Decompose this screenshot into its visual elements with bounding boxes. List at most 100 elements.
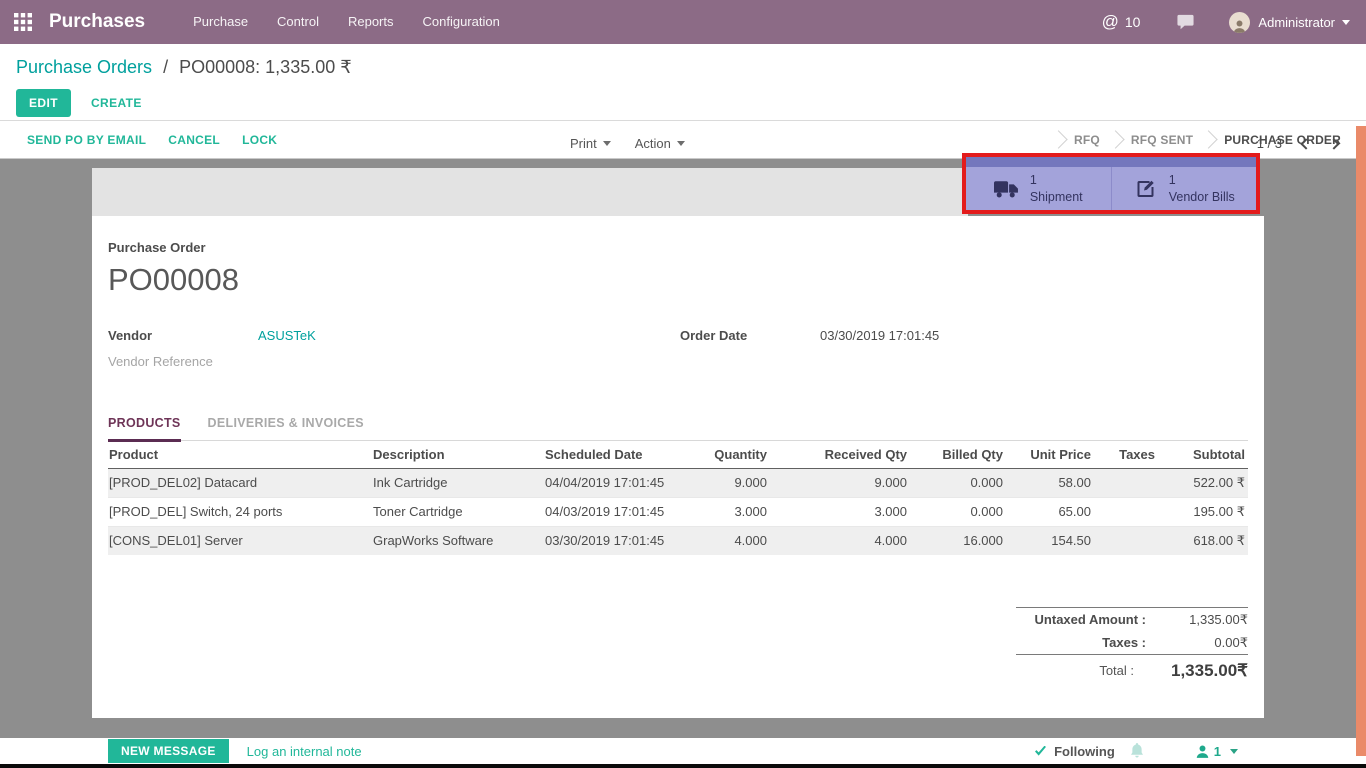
- breadcrumb: Purchase Orders / PO00008: 1,335.00 ₹: [16, 57, 1366, 78]
- table-row[interactable]: [PROD_DEL02] DatacardInk Cartridge04/04/…: [108, 468, 1248, 497]
- sheet-top-band: [92, 168, 968, 216]
- log-internal-note-link[interactable]: Log an internal note: [247, 744, 362, 759]
- smart-button-vendor-bills[interactable]: 1Vendor Bills: [1111, 167, 1257, 210]
- table-header-row: ProductDescriptionScheduled DateQuantity…: [108, 441, 1248, 468]
- cell-quantity: 9.000: [694, 468, 770, 497]
- state-rfq-sent[interactable]: RFQ SENT: [1131, 133, 1193, 147]
- order-lines-table: ProductDescriptionScheduled DateQuantity…: [108, 441, 1248, 555]
- avatar-person-icon: [1233, 20, 1246, 33]
- app-title[interactable]: Purchases: [49, 11, 145, 33]
- cell-unit-price: 65.00: [1006, 497, 1094, 526]
- activities-button[interactable]: @ 10: [1102, 12, 1141, 32]
- fields-left-column: VendorASUSTeKVendor Reference: [108, 328, 680, 380]
- tab-deliveries-invoices[interactable]: DELIVERIES & INVOICES: [208, 416, 364, 442]
- followers-dropdown[interactable]: 1: [1196, 744, 1238, 759]
- total-value: 1,335.00₹: [1148, 661, 1248, 681]
- following-toggle[interactable]: Following: [1034, 744, 1115, 759]
- smart-button-count: 1: [1169, 172, 1235, 188]
- page-title: PO00008: [108, 262, 1248, 298]
- cell-subtotal: 522.00 ₹: [1158, 468, 1248, 497]
- column-header-scheduled-date: Scheduled Date: [542, 441, 694, 468]
- field-row-vendor-reference: Vendor Reference: [108, 354, 680, 369]
- control-panel: Purchase Orders / PO00008: 1,335.00 ₹ ED…: [0, 44, 1366, 121]
- smart-buttons-highlight-box: 1Shipment1Vendor Bills: [962, 153, 1260, 214]
- top-navbar: Purchases Purchase Control Reports Configur…: [0, 0, 1366, 44]
- nav-menu-reports[interactable]: Reports: [348, 14, 394, 29]
- field-group: VendorASUSTeKVendor Reference Order Date…: [108, 328, 1248, 380]
- taxes-row: Taxes : 0.00₹: [1016, 631, 1248, 654]
- smart-button-label: Vendor Bills: [1169, 189, 1235, 205]
- new-message-button[interactable]: NEW MESSAGE: [108, 739, 229, 763]
- smart-button-shipment[interactable]: 1Shipment: [966, 167, 1111, 210]
- chevron-down-icon: [1342, 20, 1350, 25]
- breadcrumb-parent-link[interactable]: Purchase Orders: [16, 57, 152, 77]
- smart-button-count: 1: [1030, 172, 1083, 188]
- truck-icon: [994, 179, 1019, 199]
- field-label-order-date: Order Date: [680, 328, 820, 343]
- form-sheet: Purchase Order PO00008 VendorASUSTeKVend…: [92, 216, 1264, 718]
- nav-menu-purchase[interactable]: Purchase: [193, 14, 248, 29]
- create-button[interactable]: CREATE: [91, 96, 142, 110]
- doc-type-label: Purchase Order: [108, 240, 1248, 255]
- check-icon: [1034, 746, 1047, 757]
- statusbar-button-lock[interactable]: LOCK: [242, 133, 277, 147]
- record-pager: 1 / 3: [1257, 136, 1338, 151]
- tab-products[interactable]: PRODUCTS: [108, 416, 181, 442]
- user-menu[interactable]: Administrator: [1229, 12, 1350, 33]
- field-value-order-date: 03/30/2019 17:01:45: [820, 328, 939, 343]
- untaxed-amount-row: Untaxed Amount : 1,335.00₹: [1016, 608, 1248, 631]
- print-dropdown[interactable]: Print: [570, 136, 611, 151]
- edit-button[interactable]: EDIT: [16, 89, 71, 117]
- nav-menu-control[interactable]: Control: [277, 14, 319, 29]
- breadcrumb-separator: /: [163, 57, 168, 77]
- cell-description: Toner Cartridge: [370, 497, 542, 526]
- bell-icon[interactable]: [1130, 743, 1144, 759]
- statusbar-button-cancel[interactable]: CANCEL: [168, 133, 220, 147]
- column-header-description: Description: [370, 441, 542, 468]
- table-row[interactable]: [PROD_DEL] Switch, 24 portsToner Cartrid…: [108, 497, 1248, 526]
- column-header-quantity: Quantity: [694, 441, 770, 468]
- cell-description: GrapWorks Software: [370, 526, 542, 555]
- messages-icon[interactable]: [1176, 14, 1195, 31]
- vertical-scrollbar[interactable]: [1356, 126, 1366, 756]
- field-value-vendor[interactable]: ASUSTeK: [258, 328, 316, 343]
- cell-unit-price: 154.50: [1006, 526, 1094, 555]
- print-action-group: Print Action: [570, 136, 685, 151]
- cell-unit-price: 58.00: [1006, 468, 1094, 497]
- state-rfq[interactable]: RFQ: [1074, 133, 1100, 147]
- cell-description: Ink Cartridge: [370, 468, 542, 497]
- nav-menu-configuration[interactable]: Configuration: [423, 14, 500, 29]
- followers-count: 1: [1214, 744, 1221, 759]
- cell-subtotal: 618.00 ₹: [1158, 526, 1248, 555]
- field-row-order-date: Order Date03/30/2019 17:01:45: [680, 328, 1248, 343]
- cell-scheduled-date: 04/04/2019 17:01:45: [542, 468, 694, 497]
- pipeline-chevron-icon: [1049, 130, 1067, 148]
- total-label: Total :: [1099, 663, 1134, 678]
- totals-block: Untaxed Amount : 1,335.00₹ Taxes : 0.00₹…: [1016, 607, 1248, 686]
- apps-grid-icon[interactable]: [14, 13, 32, 31]
- chatter-bar: NEW MESSAGE Log an internal note Followi…: [0, 738, 1366, 764]
- table-row[interactable]: [CONS_DEL01] ServerGrapWorks Software03/…: [108, 526, 1248, 555]
- pager-previous-icon[interactable]: [1300, 138, 1311, 149]
- chatter-right-group: Following 1: [1034, 743, 1238, 759]
- smart-button-text: 1Shipment: [1030, 172, 1083, 205]
- total-row: Total : 1,335.00₹: [1016, 655, 1248, 686]
- action-dropdown[interactable]: Action: [635, 136, 685, 151]
- pager-next-icon[interactable]: [1328, 138, 1339, 149]
- smart-buttons-top-strip: [966, 157, 1256, 167]
- cell-received-qty: 3.000: [770, 497, 910, 526]
- column-header-received-qty: Received Qty: [770, 441, 910, 468]
- column-header-billed-qty: Billed Qty: [910, 441, 1006, 468]
- pager-value: 1 / 3: [1257, 136, 1282, 151]
- cell-scheduled-date: 04/03/2019 17:01:45: [542, 497, 694, 526]
- column-header-product: Product: [108, 441, 370, 468]
- control-panel-buttons: EDIT CREATE: [16, 89, 1366, 117]
- following-label: Following: [1054, 744, 1115, 759]
- activity-count: 10: [1125, 14, 1141, 30]
- cell-subtotal: 195.00 ₹: [1158, 497, 1248, 526]
- cell-scheduled-date: 03/30/2019 17:01:45: [542, 526, 694, 555]
- cell-quantity: 4.000: [694, 526, 770, 555]
- statusbar-button-send-po-by-email[interactable]: SEND PO BY EMAIL: [27, 133, 146, 147]
- notebook-tabs: PRODUCTS DELIVERIES & INVOICES: [108, 416, 1248, 441]
- activity-at-icon: @: [1102, 12, 1119, 32]
